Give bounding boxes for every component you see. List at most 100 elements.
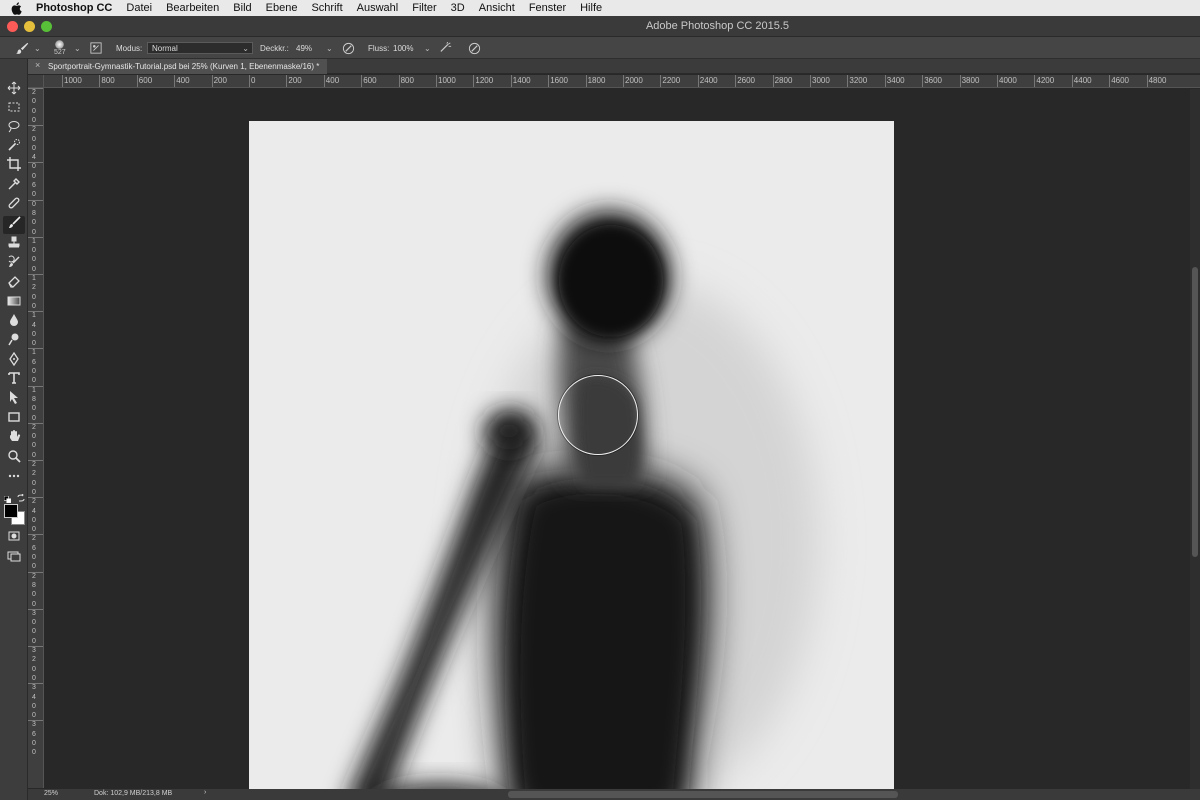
pressure-opacity-icon[interactable] <box>342 37 355 59</box>
vertical-ruler[interactable]: 2000200400600800100012001400160018002000… <box>28 88 44 788</box>
close-tab-icon[interactable]: × <box>35 60 40 70</box>
menu-hilfe[interactable]: Hilfe <box>580 2 602 14</box>
menu-fenster[interactable]: Fenster <box>529 2 566 14</box>
more-tools-button[interactable] <box>3 469 25 487</box>
dodge-tool[interactable] <box>3 332 25 350</box>
menu-bar: Photoshop CC Datei Bearbeiten Bild Ebene… <box>0 0 1200 16</box>
ruler-tick-label: 3800 <box>961 76 980 85</box>
ruler-origin[interactable] <box>28 75 44 88</box>
eyedropper-icon <box>7 177 21 196</box>
quick-select-tool[interactable] <box>3 138 25 156</box>
menu-3d[interactable]: 3D <box>451 2 465 14</box>
brush-panel-toggle-icon[interactable] <box>90 37 102 59</box>
stamp-tool[interactable] <box>3 235 25 253</box>
menu-filter[interactable]: Filter <box>412 2 436 14</box>
window-title: Adobe Photoshop CC 2015.5 <box>645 20 790 32</box>
type-tool[interactable] <box>3 371 25 389</box>
ruler-tick <box>174 75 176 87</box>
ruler-tick-label: 0 <box>32 247 36 255</box>
ruler-tick-label: 600 <box>363 76 377 85</box>
apple-icon[interactable] <box>10 1 22 15</box>
ruler-tick-label: 0 <box>32 563 36 571</box>
ruler-tick-label: 0 <box>32 628 36 636</box>
mode-select[interactable]: Normal ⌄ <box>147 42 253 54</box>
zoom-tool[interactable] <box>3 449 25 467</box>
vertical-scrollbar[interactable] <box>1190 89 1200 789</box>
crop-tool[interactable] <box>3 156 25 176</box>
ruler-tick-label: 800 <box>400 76 414 85</box>
blur-tool[interactable] <box>3 313 25 331</box>
ruler-tick-label: 8 <box>32 209 36 217</box>
ruler-tick <box>997 75 998 87</box>
document-size[interactable]: Dok: 102,9 MB/213,8 MB <box>94 790 172 797</box>
canvas-workspace[interactable] <box>44 89 1190 789</box>
rectangle-tool[interactable] <box>3 410 25 428</box>
opacity-value[interactable]: 49% <box>296 37 312 59</box>
eraser-tool[interactable] <box>3 274 25 292</box>
app-name-menu[interactable]: Photoshop CC <box>36 2 112 14</box>
document-canvas[interactable] <box>249 121 894 789</box>
pen-tool[interactable] <box>3 351 25 370</box>
menu-datei[interactable]: Datei <box>126 2 152 14</box>
brush-preset-chevron-icon[interactable]: ⌄ <box>34 37 41 59</box>
ruler-tick-label: 0 <box>32 163 36 171</box>
ruler-tick <box>99 75 101 87</box>
ruler-tick-label: 1800 <box>587 76 606 85</box>
hand-tool[interactable] <box>3 429 25 447</box>
vertical-scroll-thumb[interactable] <box>1192 267 1198 557</box>
ruler-tick-label: 3600 <box>924 76 942 85</box>
ruler-tick-label: 4000 <box>999 76 1017 85</box>
flow-value[interactable]: 100% <box>393 37 413 59</box>
horizontal-ruler[interactable]: 1000 800 600 400 200 0 200 400 600 800 1000 1200 140… <box>44 75 1200 88</box>
quick-mask-button[interactable] <box>3 529 25 547</box>
ruler-tick-label: 0 <box>32 600 36 608</box>
lasso-tool[interactable] <box>3 119 25 137</box>
blur-icon <box>7 313 21 332</box>
move-tool[interactable] <box>3 81 25 99</box>
document-tab[interactable]: × Sportportrait-Gymnastik-Tutorial.psd b… <box>28 59 328 74</box>
history-brush-tool[interactable] <box>3 255 25 273</box>
flow-chevron-icon[interactable]: ⌄ <box>424 37 431 59</box>
foreground-color-swatch[interactable] <box>4 504 18 518</box>
marquee-tool[interactable] <box>3 100 25 118</box>
menu-ansicht[interactable]: Ansicht <box>479 2 515 14</box>
ruler-tick-label: 2 <box>32 126 36 134</box>
pressure-size-icon[interactable] <box>468 37 481 59</box>
brush-size-picker[interactable]: 527 <box>54 37 66 59</box>
brush-tool-preset-icon[interactable] <box>16 37 29 59</box>
swap-colors-icon[interactable] <box>17 489 25 507</box>
gradient-tool[interactable] <box>3 294 25 312</box>
ruler-tick <box>398 75 400 87</box>
ruler-tick-label: 0 <box>32 200 36 208</box>
airbrush-icon[interactable] <box>439 37 453 59</box>
opacity-chevron-icon[interactable]: ⌄ <box>326 37 333 59</box>
tools-panel <box>0 59 28 800</box>
crop-icon <box>7 156 21 176</box>
healing-tool[interactable] <box>3 196 25 214</box>
menu-bearbeiten[interactable]: Bearbeiten <box>166 2 219 14</box>
menu-ebene[interactable]: Ebene <box>266 2 298 14</box>
menu-schrift[interactable]: Schrift <box>311 2 342 14</box>
eyedropper-tool[interactable] <box>3 177 25 195</box>
brush-size-value: 527 <box>54 49 66 56</box>
brush-size-chevron-icon[interactable]: ⌄ <box>74 37 81 59</box>
ruler-tick-label: 0 <box>32 265 36 273</box>
ruler-tick <box>136 75 138 87</box>
ruler-tick-label: 4400 <box>1073 76 1092 85</box>
zoom-level[interactable]: 25% <box>44 790 58 797</box>
ruler-tick-label: 400 <box>325 76 340 85</box>
screen-mode-button[interactable] <box>3 549 25 567</box>
ruler-tick-label: 200 <box>288 76 302 85</box>
ruler-tick-label: 4 <box>32 507 36 515</box>
path-select-tool[interactable] <box>3 390 25 408</box>
horizontal-scroll-thumb[interactable] <box>508 791 898 798</box>
ruler-tick-label: 1000 <box>438 76 456 85</box>
menu-auswahl[interactable]: Auswahl <box>357 2 399 14</box>
ruler-tick <box>922 75 924 87</box>
mode-label: Modus: <box>116 43 143 53</box>
ruler-tick-label: 0 <box>32 674 36 682</box>
brush-tool[interactable] <box>3 215 25 234</box>
ruler-tick <box>660 75 662 87</box>
menu-bild[interactable]: Bild <box>233 2 251 14</box>
status-menu-arrow-icon[interactable]: › <box>204 789 206 796</box>
